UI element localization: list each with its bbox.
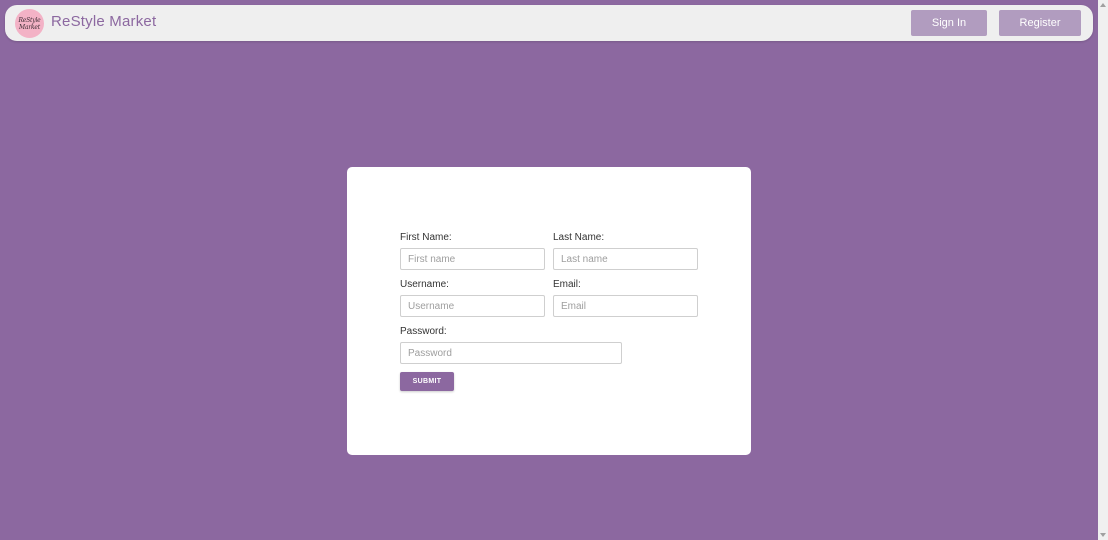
first-name-input[interactable]	[400, 248, 545, 270]
submit-button[interactable]: SUBMIT	[400, 372, 454, 391]
registration-card: First Name: Last Name: Username: Email: …	[347, 167, 751, 455]
brand-title[interactable]: ReStyle Market	[51, 13, 156, 30]
password-input[interactable]	[400, 342, 622, 364]
scroll-down-icon[interactable]	[1100, 533, 1106, 537]
logo-text-line2: Market	[19, 23, 40, 31]
scroll-up-icon[interactable]	[1100, 3, 1106, 7]
logo-icon[interactable]: ReStyle Market	[15, 9, 44, 38]
last-name-input[interactable]	[553, 248, 698, 270]
username-label: Username:	[400, 279, 449, 290]
register-button[interactable]: Register	[999, 10, 1081, 36]
navbar: ReStyle Market ReStyle Market Sign In Re…	[5, 5, 1093, 41]
username-input[interactable]	[400, 295, 545, 317]
email-input[interactable]	[553, 295, 698, 317]
password-label: Password:	[400, 326, 447, 337]
logo-text-line1: ReStyle	[18, 16, 41, 24]
vertical-scrollbar[interactable]	[1098, 0, 1108, 540]
email-label: Email:	[553, 279, 581, 290]
first-name-label: First Name:	[400, 232, 452, 243]
sign-in-button[interactable]: Sign In	[911, 10, 987, 36]
last-name-label: Last Name:	[553, 232, 605, 243]
